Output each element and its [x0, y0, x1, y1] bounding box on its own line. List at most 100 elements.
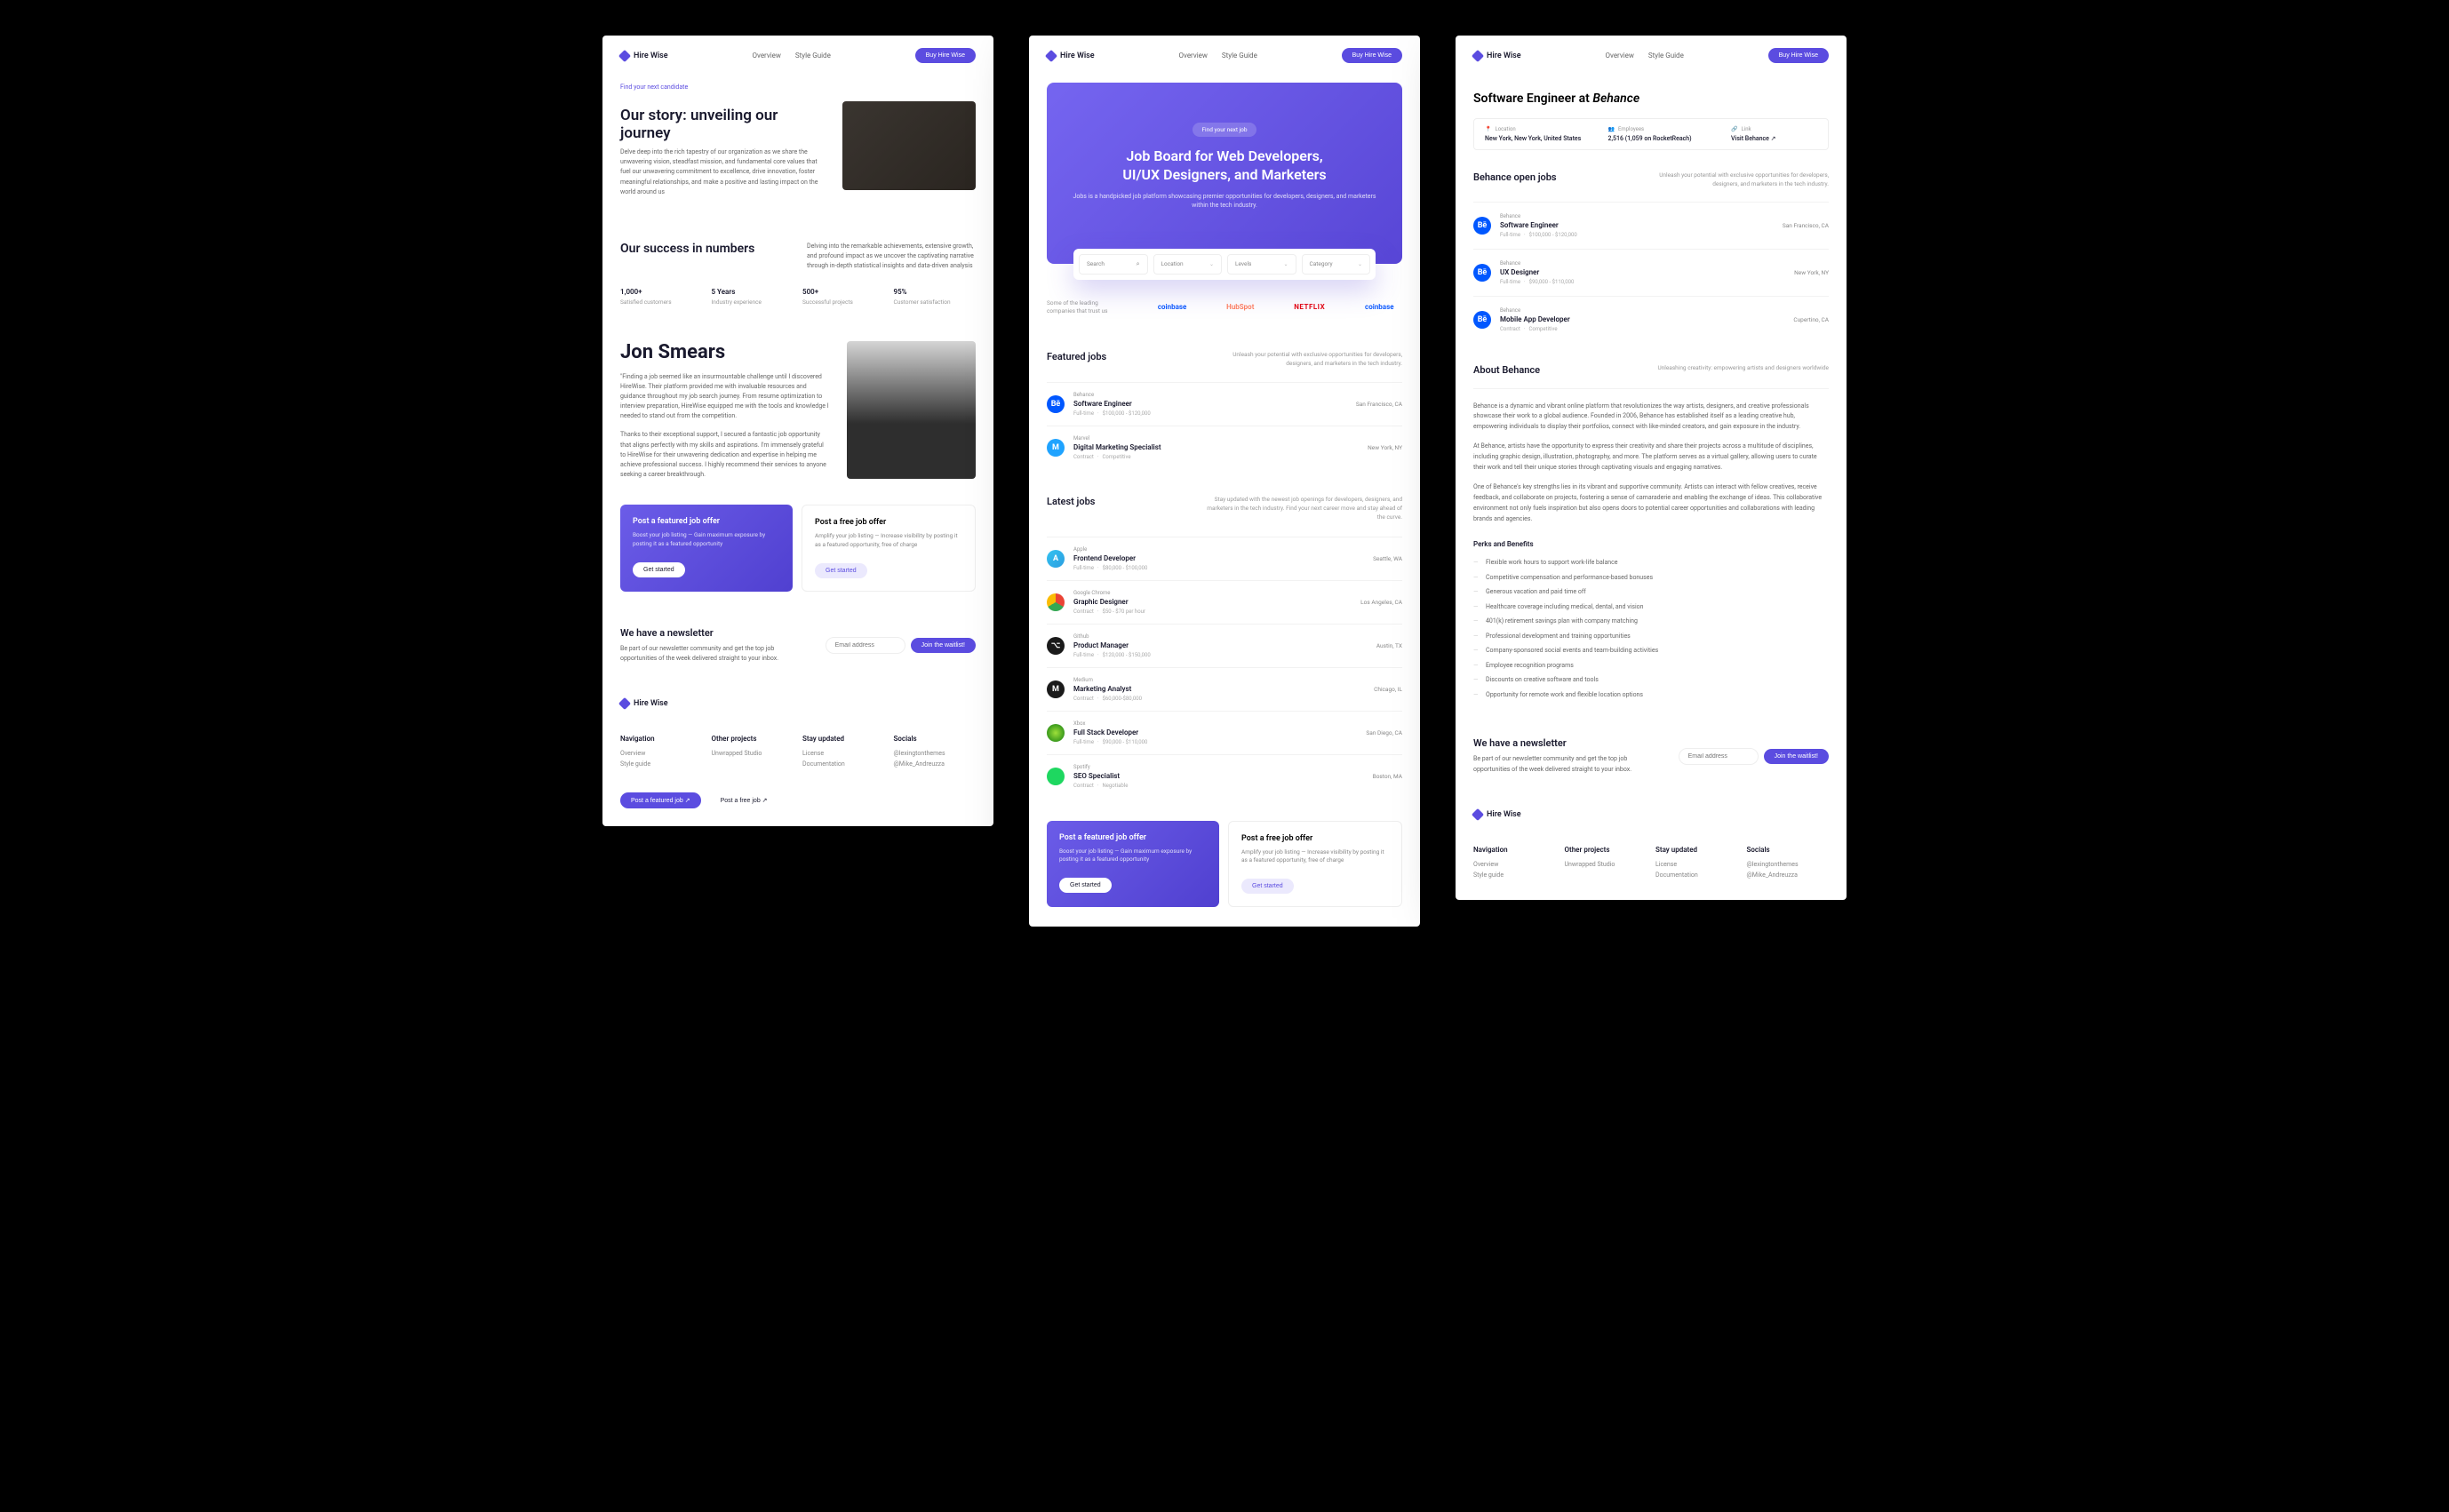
footer-link[interactable]: Overview [620, 750, 703, 757]
company-icon [1047, 724, 1065, 742]
job-meta: ContractNegotiable [1073, 783, 1364, 789]
nav-overview[interactable]: Overview [752, 52, 780, 60]
brand-logo[interactable]: Hire Wise [620, 52, 668, 60]
job-card[interactable]: BēBehanceUX DesignerFull-time$90,000 - $… [1473, 249, 1829, 296]
buy-button[interactable]: Buy Hire Wise [1768, 48, 1829, 63]
job-company: Medium [1073, 677, 1365, 683]
buy-button[interactable]: Buy Hire Wise [915, 48, 976, 63]
top-nav: Hire Wise Overview Style Guide Buy Hire … [1029, 36, 1420, 76]
about-title: About Behance [1473, 364, 1540, 376]
hero-tag: Find your next job [1193, 123, 1256, 137]
footer-logo[interactable]: Hire Wise [620, 699, 976, 708]
featured-jobs-title: Featured jobs [1047, 351, 1187, 362]
footer-col-projects: Other projects Unwrapped Studio [1565, 846, 1647, 882]
footer-link[interactable]: @lexingtonthemes [1747, 861, 1830, 868]
category-select[interactable]: Category ⌄ [1302, 254, 1371, 275]
job-company: Behance [1073, 392, 1347, 398]
job-title: UX Designer [1500, 268, 1785, 276]
cta-featured-button[interactable]: Get started [1059, 878, 1112, 893]
perk-item: Healthcare coverage including medical, d… [1473, 600, 1829, 615]
search-input[interactable]: Search ⌕ [1079, 254, 1148, 275]
post-free-button[interactable]: Post a free job ↗ [710, 792, 778, 808]
company-icon [1047, 593, 1065, 611]
perk-item: Discounts on creative software and tools [1473, 672, 1829, 688]
company-icon: ⌥ [1047, 637, 1065, 655]
waitlist-button[interactable]: Join the waitlist! [911, 638, 976, 653]
logo-icon [618, 49, 631, 61]
nav-style-guide[interactable]: Style Guide [1648, 52, 1684, 60]
waitlist-button[interactable]: Join the waitlist! [1764, 749, 1829, 764]
nav-overview[interactable]: Overview [1178, 52, 1207, 60]
email-input[interactable] [1679, 748, 1759, 765]
cta-featured-title: Post a featured job offer [633, 517, 780, 526]
job-card[interactable]: BēBehanceSoftware EngineerFull-time$100,… [1047, 382, 1402, 426]
job-card[interactable]: XboxFull Stack DeveloperFull-time$90,000… [1047, 711, 1402, 754]
job-card[interactable]: ⌥GithubProduct ManagerFull-time$120,000 … [1047, 624, 1402, 667]
job-meta: Full-time$120,000 - $150,000 [1073, 652, 1368, 658]
stats-grid: 1,000+ Satisfied customers 5 Years Indus… [620, 288, 976, 306]
nav-style-guide[interactable]: Style Guide [795, 52, 831, 60]
footer-link[interactable]: Documentation [1655, 871, 1738, 879]
cta-free-card: Post a free job offer Amplify your job l… [802, 505, 976, 592]
job-card[interactable]: AAppleFrontend DeveloperFull-time$80,000… [1047, 537, 1402, 580]
job-title: Software Engineer [1500, 221, 1774, 229]
footer-link[interactable]: Style guide [620, 760, 703, 768]
nav-links: Overview Style Guide [752, 52, 830, 60]
job-title: Graphic Designer [1073, 598, 1352, 606]
footer-link[interactable]: Unwrapped Studio [1565, 861, 1647, 868]
footer-logo[interactable]: Hire Wise [1473, 810, 1829, 819]
footer-link[interactable]: @Mike_Andreuzza [1747, 871, 1830, 879]
job-company: Marvel [1073, 435, 1359, 442]
cta-featured-button[interactable]: Get started [633, 562, 685, 577]
footer-link[interactable]: Style guide [1473, 871, 1556, 879]
footer-link[interactable]: License [802, 750, 885, 757]
perk-item: Generous vacation and paid time off [1473, 585, 1829, 600]
cta-free-desc: Amplify your job listing — Increase visi… [815, 532, 962, 550]
footer-link[interactable]: Unwrapped Studio [712, 750, 794, 757]
job-meta: Full-time$80,000 - $100,000 [1073, 565, 1364, 571]
job-card[interactable]: BēBehanceSoftware EngineerFull-time$100,… [1473, 202, 1829, 249]
job-card[interactable]: MMarvelDigital Marketing SpecialistContr… [1047, 426, 1402, 469]
job-card[interactable]: MMediumMarketing AnalystContract$60,000-… [1047, 667, 1402, 711]
footer-link[interactable]: @Mike_Andreuzza [894, 760, 977, 768]
location-select[interactable]: Location ⌄ [1153, 254, 1223, 275]
footer-link[interactable]: License [1655, 861, 1738, 868]
levels-select[interactable]: Levels ⌄ [1227, 254, 1296, 275]
footer-col-socials: Socials @lexingtonthemes @Mike_Andreuzza [894, 735, 977, 771]
nav-overview[interactable]: Overview [1605, 52, 1633, 60]
company-link[interactable]: Visit Behance ↗ [1731, 135, 1817, 142]
company-employees: 2,516 (1,059 on RocketReach) [1608, 135, 1732, 142]
search-icon: ⌕ [1137, 260, 1140, 268]
job-meta: Full-time$100,000 - $120,000 [1073, 410, 1347, 417]
job-title: SEO Specialist [1073, 772, 1364, 780]
footer-link[interactable]: Overview [1473, 861, 1556, 868]
job-company: Spotify [1073, 764, 1364, 770]
job-company: Apple [1073, 546, 1364, 553]
cta-free-button[interactable]: Get started [815, 563, 867, 578]
cta-free-title: Post a free job offer [1241, 834, 1389, 843]
hero-title-line1: Job Board for Web Developers, [1065, 147, 1384, 166]
job-title: Digital Marketing Specialist [1073, 443, 1359, 451]
job-card[interactable]: BēBehanceMobile App DeveloperContractCom… [1473, 296, 1829, 343]
company-icon: M [1047, 439, 1065, 457]
post-featured-button[interactable]: Post a featured job ↗ [620, 792, 701, 808]
hero-title-line2: UI/UX Designers, and Marketers [1065, 166, 1384, 185]
footer-link[interactable]: Documentation [802, 760, 885, 768]
find-candidate-link[interactable]: Find your next candidate [620, 80, 688, 94]
top-nav: Hire Wise Overview Style Guide Buy Hire … [602, 36, 993, 76]
about-p3: One of Behance's key strengths lies in i… [1473, 482, 1829, 525]
brand-logo[interactable]: Hire Wise [1473, 52, 1521, 60]
buy-button[interactable]: Buy Hire Wise [1342, 48, 1402, 63]
logo-icon [1472, 808, 1484, 821]
job-card[interactable]: SpotifySEO SpecialistContractNegotiableB… [1047, 754, 1402, 798]
stat-years: 5 Years Industry experience [712, 288, 794, 306]
brand-netflix: NETFLIX [1294, 303, 1325, 311]
cta-free-button[interactable]: Get started [1241, 879, 1294, 894]
open-jobs-sub: Unleash your potential with exclusive op… [1633, 171, 1829, 189]
testimonial-photo [847, 341, 976, 479]
job-card[interactable]: Google ChromeGraphic DesignerContract$50… [1047, 580, 1402, 624]
nav-style-guide[interactable]: Style Guide [1222, 52, 1257, 60]
brand-logo[interactable]: Hire Wise [1047, 52, 1095, 60]
email-input[interactable] [826, 637, 905, 654]
footer-link[interactable]: @lexingtonthemes [894, 750, 977, 757]
